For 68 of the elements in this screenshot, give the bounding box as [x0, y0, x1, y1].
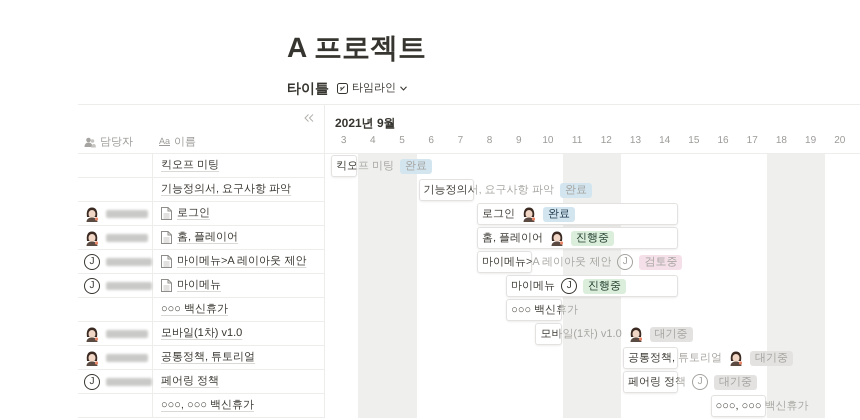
avatar-initial: J: [617, 254, 634, 270]
row-title[interactable]: ○○○ 백신휴가: [161, 301, 228, 318]
avatar-icon: [84, 326, 100, 342]
avatar-icon: [521, 206, 537, 222]
day-label: 11: [570, 134, 584, 148]
avatar-icon: [728, 350, 744, 366]
day-label: 3: [340, 134, 348, 148]
timeline-icon: [337, 83, 348, 94]
day-label: 12: [600, 134, 613, 148]
day-label: 5: [398, 134, 406, 148]
status-tag: 완료: [543, 206, 575, 222]
day-label: 17: [746, 134, 759, 148]
status-tag: 대기중: [750, 350, 794, 366]
avatar-initial: J: [692, 374, 708, 390]
title-property-icon: Aa: [159, 135, 170, 149]
day-label: 4: [369, 134, 377, 148]
avatar-icon: [84, 350, 100, 366]
status-tag: 진행중: [571, 230, 614, 246]
row-title[interactable]: 킥오프 미팅: [161, 157, 220, 174]
status-tag: 완료: [400, 158, 432, 174]
redacted-name: [106, 210, 148, 218]
row-title[interactable]: 로그인: [177, 205, 210, 222]
status-tag: 완료: [560, 182, 592, 198]
redacted-name: [106, 378, 152, 386]
row-title[interactable]: 마이메뉴>A 레이아웃 제안: [177, 253, 306, 270]
day-label: 19: [804, 134, 818, 148]
row-title[interactable]: ○○○, ○○○ 백신휴가: [161, 397, 254, 414]
day-label: 6: [427, 134, 435, 148]
row-title[interactable]: 기능정의서, 요구사항 파악: [161, 181, 292, 198]
row-title[interactable]: 페어링 정책: [161, 373, 220, 390]
day-label: 15: [687, 134, 700, 148]
row-title[interactable]: 마이메뉴: [177, 277, 221, 294]
month-label: 2021년 9월: [334, 115, 397, 132]
avatar-icon: [84, 206, 100, 222]
row-title[interactable]: 공통정책, 튜토리얼: [161, 349, 256, 366]
row-title[interactable]: 홈, 플레이어: [177, 229, 238, 246]
day-label: 14: [658, 134, 672, 148]
view-title: 타이틀: [287, 79, 329, 98]
status-tag: 대기중: [650, 326, 693, 342]
status-tag: 진행중: [583, 278, 626, 294]
avatar-initial: J: [561, 278, 578, 294]
avatar-initial: J: [84, 254, 100, 270]
redacted-name: [106, 282, 152, 290]
redacted-name: [106, 354, 148, 362]
day-label: 13: [628, 134, 642, 148]
view-selector[interactable]: 타임라인: [337, 80, 407, 97]
day-label: 7: [456, 134, 464, 148]
avatar-icon: [84, 230, 100, 246]
caret-icon: [400, 86, 407, 91]
avatar-icon: [549, 230, 566, 246]
avatar-initial: J: [84, 278, 100, 294]
status-tag: 대기중: [714, 374, 758, 390]
day-label: 16: [716, 134, 730, 148]
status-tag: 검토중: [639, 254, 682, 270]
avatar-icon: [628, 326, 644, 342]
day-label: 8: [486, 134, 494, 148]
redacted-name: [106, 258, 152, 266]
day-label: 9: [514, 134, 522, 148]
day-label: 20: [833, 134, 846, 148]
redacted-name: [106, 234, 148, 242]
day-label: 18: [774, 134, 788, 148]
day-label: 10: [541, 134, 554, 148]
page-title: A 프로젝트: [287, 31, 427, 65]
avatar-initial: J: [84, 374, 100, 390]
row-title[interactable]: 모바일(1차) v1.0: [161, 325, 242, 342]
timeline-bar[interactable]: [623, 347, 678, 369]
people-icon: [84, 136, 96, 148]
redacted-name: [106, 330, 148, 338]
